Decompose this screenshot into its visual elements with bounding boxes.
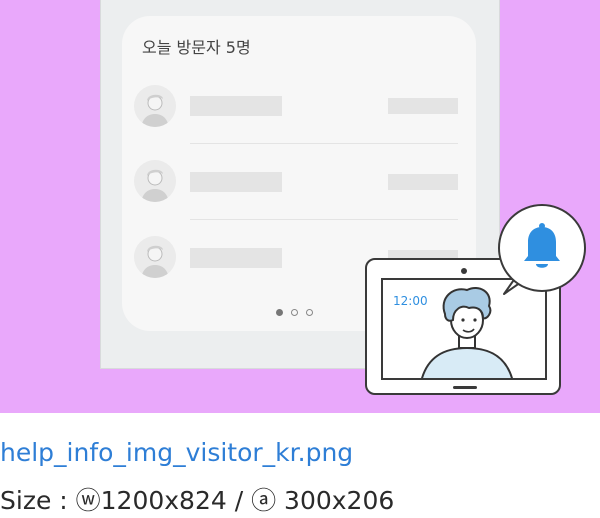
file-name-label: help_info_img_visitor_kr.png xyxy=(0,438,354,467)
visitor-count-title: 오늘 방문자 5명 xyxy=(142,38,251,57)
visitor-avatar-icon xyxy=(134,236,176,278)
visitor-time-placeholder xyxy=(388,174,458,190)
image-size-label: Size : ⓦ1200x824 / ⓐ 300x206 xyxy=(0,486,395,515)
camera-icon xyxy=(461,268,467,274)
visitor-name-placeholder xyxy=(190,96,282,116)
visitor-name-placeholder xyxy=(190,172,282,192)
pagination-dots xyxy=(276,309,313,316)
row-divider xyxy=(190,219,458,220)
visitor-time-placeholder xyxy=(388,98,458,114)
visitor-name-placeholder xyxy=(190,248,282,268)
bell-icon xyxy=(524,223,560,268)
pagination-dot xyxy=(306,309,313,316)
pagination-dot xyxy=(291,309,298,316)
home-button xyxy=(453,386,477,389)
pagination-dot-active xyxy=(276,309,283,316)
visitor-avatar-icon xyxy=(134,85,176,127)
notification-bubble xyxy=(498,204,586,292)
illustration-banner: 오늘 방문자 5명 12:00 xyxy=(0,0,600,413)
visitor-avatar-icon xyxy=(134,160,176,202)
row-divider xyxy=(190,143,458,144)
